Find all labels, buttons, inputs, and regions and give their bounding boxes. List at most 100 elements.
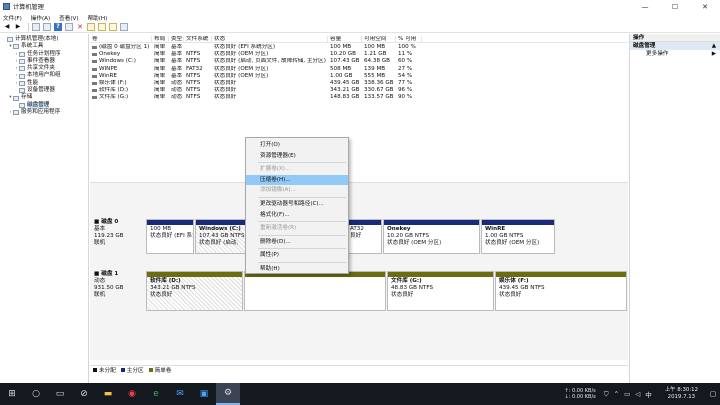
volume-files-g[interactable]: 文件库 (G:) 48.83 GB NTFS 状态良好 <box>387 271 494 311</box>
tree-item[interactable]: › 性能 <box>0 80 88 87</box>
context-menu-item[interactable]: 属性(P) <box>246 250 348 261</box>
more-actions[interactable]: 更多操作 ▶ <box>630 50 720 58</box>
partition-efi[interactable]: 100 MB 状态良好 (EFI 系) <box>146 219 194 254</box>
volume-cell: 基本 <box>171 51 183 58</box>
menu-help[interactable]: 帮助(H) <box>88 14 108 22</box>
menu-action[interactable]: 操作(A) <box>31 14 50 22</box>
properties-icon[interactable] <box>43 23 51 31</box>
volume-entertainment-f[interactable]: 娱乐体 (F:) 439.45 GB NTFS 状态良好 <box>495 271 627 311</box>
context-menu-item[interactable]: 打开(O) <box>246 140 348 151</box>
volume-row[interactable]: 软件库 (D:) 简单 动态 NTFS 状态良好 343.21 GB 330.67 GB 96… <box>90 87 628 94</box>
volume-row[interactable]: WinRE 简单 基本 NTFS 状态良好 (OEM 分区) 1.00 GB 555 MB 5… <box>90 73 628 80</box>
view-icon[interactable] <box>65 23 73 31</box>
no-entry-icon[interactable]: ⊘ <box>72 383 96 405</box>
col-type[interactable]: 类型 <box>169 36 184 43</box>
col-capacity[interactable]: 容量 <box>328 36 362 43</box>
menu-file[interactable]: 文件(F) <box>3 14 22 22</box>
show-hide-tree-icon[interactable] <box>32 23 40 31</box>
export-icon[interactable] <box>109 23 117 31</box>
disk-1-type: 动态 <box>94 278 106 284</box>
tree-item[interactable]: 计算机管理(本地) <box>0 36 88 43</box>
tree-item[interactable]: 磁盘管理 <box>0 101 88 109</box>
tray-volume-icon[interactable]: ◁ <box>635 390 640 398</box>
chrome-icon[interactable]: ◉ <box>120 383 144 405</box>
col-free-space[interactable]: 可用空间 <box>362 36 396 43</box>
context-menu-item[interactable]: 更改驱动器号和路径(C)... <box>246 199 348 210</box>
close-button[interactable]: ✕ <box>690 0 720 13</box>
delete-icon[interactable]: ✕ <box>76 23 84 31</box>
new-doc-icon[interactable] <box>87 23 95 31</box>
volume-row[interactable]: WINPE 简单 基本 FAT32 状态良好 (OEM 分区) 508 MB 139 MB 2… <box>90 66 628 73</box>
partition-winpe[interactable]: AT32 艮好 <box>346 219 382 254</box>
tray-network-icon[interactable]: ▭ <box>624 390 630 398</box>
minimize-button[interactable]: — <box>630 0 660 13</box>
volume-row[interactable]: 娱乐体 (F:) 简单 动态 NTFS 状态良好 439.45 GB 338.36 GB 77… <box>90 80 628 87</box>
partition-onekey[interactable]: Onekey 10.20 GB NTFS 状态良好 (OEM 分区) <box>383 219 480 254</box>
computer-management-icon[interactable]: ⚙ <box>216 383 240 405</box>
volume-cell: 96 % <box>398 87 413 94</box>
volume-cell: NTFS <box>186 94 201 101</box>
col-status[interactable]: 状态 <box>212 36 328 43</box>
col-percent-free[interactable]: % 可用 <box>396 36 422 43</box>
volume-cell: 107.43 GB <box>330 58 360 65</box>
clock[interactable]: 上午 8:30:12 2019.7.13 <box>665 387 698 401</box>
volume-cell: 状态良好 (EFI 系统分区) <box>214 44 276 50</box>
col-layout[interactable]: 布局 <box>152 36 169 43</box>
open-doc-icon[interactable] <box>98 23 106 31</box>
tree-item[interactable]: ▾ 系统工具 <box>0 43 88 50</box>
col-filesystem[interactable]: 文件系统 <box>184 36 212 43</box>
tree-item-label: 本地用户和组 <box>27 72 61 79</box>
mail-icon[interactable]: ✉ <box>168 383 192 405</box>
menu-separator <box>258 234 346 236</box>
maximize-button[interactable]: ☐ <box>660 0 690 13</box>
tree-item[interactable]: › 服务和应用程序 <box>0 109 88 116</box>
list-icon[interactable] <box>120 23 128 31</box>
drive-icon <box>92 82 97 86</box>
forward-icon[interactable]: ▶ <box>14 23 22 31</box>
context-menu-item[interactable]: 资源管理器(E) <box>246 151 348 162</box>
menu-view[interactable]: 查看(V) <box>59 14 78 22</box>
help-icon[interactable]: ? <box>54 23 62 31</box>
disk-1-label[interactable]: ■ 磁盘 1 动态 931.50 GB 联机 <box>94 271 144 299</box>
volume-row[interactable]: (磁盘 0 磁盘分区 1) 简单 基本 状态良好 (EFI 系统分区) 100 MB 10… <box>90 44 628 51</box>
tree-node-icon <box>19 102 25 108</box>
volume-software-d-ext[interactable] <box>244 271 386 311</box>
volume-cell: 基本 <box>171 58 183 65</box>
notification-icon[interactable]: ▢ <box>706 390 720 398</box>
tree-item-label: 性能 <box>27 79 39 86</box>
search-icon[interactable]: ○ <box>24 383 48 405</box>
disk-0-label[interactable]: ■ 磁盘 0 基本 119.23 GB 联机 <box>94 219 144 247</box>
back-icon[interactable]: ◀ <box>3 23 11 31</box>
col-volume[interactable]: 卷 <box>90 36 152 43</box>
partition-winre[interactable]: WinRE 1.00 GB NTFS 状态良好 (OEM 分区) <box>481 219 555 254</box>
tree-item[interactable]: › 任务计划程序 <box>0 51 88 58</box>
tree-item[interactable]: › 本地用户和组 <box>0 72 88 79</box>
context-menu-item[interactable]: 格式化(F)... <box>246 210 348 221</box>
task-view-icon[interactable]: ▭ <box>48 383 72 405</box>
volume-cell: NTFS <box>186 51 201 58</box>
volume-software-d[interactable]: 软件库 (D:) 343.21 GB NTFS 状态良好 <box>146 271 243 311</box>
photos-icon[interactable]: ▣ <box>192 383 216 405</box>
context-menu-item[interactable]: 帮助(H) <box>246 264 348 275</box>
tray-up-arrow-icon[interactable]: ⌃ <box>614 390 619 398</box>
collapse-up-icon[interactable]: ▲ <box>712 42 716 50</box>
volume-row[interactable]: Windows (C:) 简单 基本 NTFS 状态良好 (启动, 页面文件, 故障转储… <box>90 58 628 65</box>
edge-icon[interactable]: e <box>144 383 168 405</box>
actions-section-disk-management[interactable]: 磁盘管理 ▲ <box>630 42 720 50</box>
tray-shield-icon[interactable]: ⛉ <box>604 390 609 399</box>
partition-windows-c[interactable]: Windows (C:) 107.43 GB NTFS 状态良好 (启动, <box>195 219 249 254</box>
volume-row[interactable]: 文件库 (G:) 简单 动态 NTFS 状态良好 148.83 GB 133.57 GB 90… <box>90 94 628 101</box>
disk-management-pane: 卷 布局 类型 文件系统 状态 容量 可用空间 % 可用 (磁盘 0 磁盘分区 … <box>90 34 628 383</box>
volume-cell: WinRE <box>90 73 152 80</box>
tray-input-icon[interactable]: 中 <box>645 389 652 399</box>
tree-node-icon <box>13 95 19 101</box>
explorer-icon[interactable]: ▬ <box>96 383 120 405</box>
volume-cell: WINPE <box>90 66 152 73</box>
context-menu-item[interactable]: 删除卷(D)... <box>246 237 348 248</box>
start-icon[interactable]: ⊞ <box>0 383 24 405</box>
context-menu-item[interactable]: 压缩卷(H)... <box>246 174 348 186</box>
volume-entertainment-f-size: 439.45 GB NTFS <box>499 285 545 291</box>
tree-item[interactable]: ▾ 存储 <box>0 94 88 101</box>
tree-item[interactable]: 设备管理器 <box>0 87 88 94</box>
volume-row[interactable]: Onekey 简单 基本 NTFS 状态良好 (OEM 分区) 10.20 GB 1.21 … <box>90 51 628 58</box>
